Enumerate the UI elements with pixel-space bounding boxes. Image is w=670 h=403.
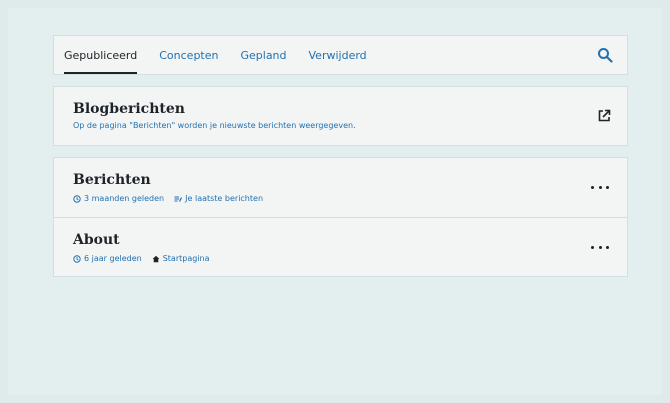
more-dot <box>606 185 609 189</box>
clock-icon <box>73 194 81 203</box>
post-tag-text: Je laatste berichten <box>185 194 264 203</box>
more-dot <box>598 245 602 249</box>
clock-icon <box>73 254 81 263</box>
external-link-icon[interactable] <box>597 109 611 123</box>
more-dot <box>591 185 594 189</box>
more-dot <box>591 245 594 249</box>
tab-concepten[interactable]: Concepten <box>159 36 218 74</box>
post-date: 3 maanden geleden <box>73 194 164 203</box>
status-tabs: Gepubliceerd Concepten Gepland Verwijder… <box>64 36 367 74</box>
post-title[interactable]: Berichten <box>73 172 151 188</box>
tabs-bar: Gepubliceerd Concepten Gepland Verwijder… <box>53 35 628 75</box>
post-meta: 6 jaar geleden Startpagina <box>73 254 210 263</box>
tab-gepland[interactable]: Gepland <box>240 36 286 74</box>
blog-posts-card[interactable]: Blogberichten Op de pagina "Berichten" w… <box>53 86 628 146</box>
post-meta: 3 maanden geleden Je laatste berichten <box>73 194 263 203</box>
blog-description: Op de pagina "Berichten" worden je nieuw… <box>73 121 356 130</box>
blog-title: Blogberichten <box>73 101 185 117</box>
posts-icon <box>174 196 183 202</box>
tab-gepubliceerd[interactable]: Gepubliceerd <box>64 36 138 74</box>
tab-verwijderd[interactable]: Verwijderd <box>309 36 367 74</box>
post-tag-text: Startpagina <box>162 254 210 263</box>
post-title[interactable]: About <box>73 232 120 248</box>
search-icon[interactable] <box>597 47 613 63</box>
post-tag: Je laatste berichten <box>174 194 263 203</box>
pages-list: Berichten 3 maanden geleden Je laatste b… <box>53 157 628 277</box>
more-options-button[interactable] <box>591 180 609 194</box>
post-date: 6 jaar geleden <box>73 254 142 263</box>
more-dot <box>606 245 609 249</box>
post-date-text: 6 jaar geleden <box>84 254 142 263</box>
home-icon <box>152 255 160 262</box>
post-date-text: 3 maanden geleden <box>84 194 165 203</box>
list-item-about[interactable]: About 6 jaar geleden Startpagina <box>54 217 627 277</box>
more-options-button[interactable] <box>591 240 609 254</box>
post-tag: Startpagina <box>152 254 210 263</box>
list-item-berichten[interactable]: Berichten 3 maanden geleden Je laatste b… <box>54 158 627 217</box>
more-dot <box>598 185 602 189</box>
